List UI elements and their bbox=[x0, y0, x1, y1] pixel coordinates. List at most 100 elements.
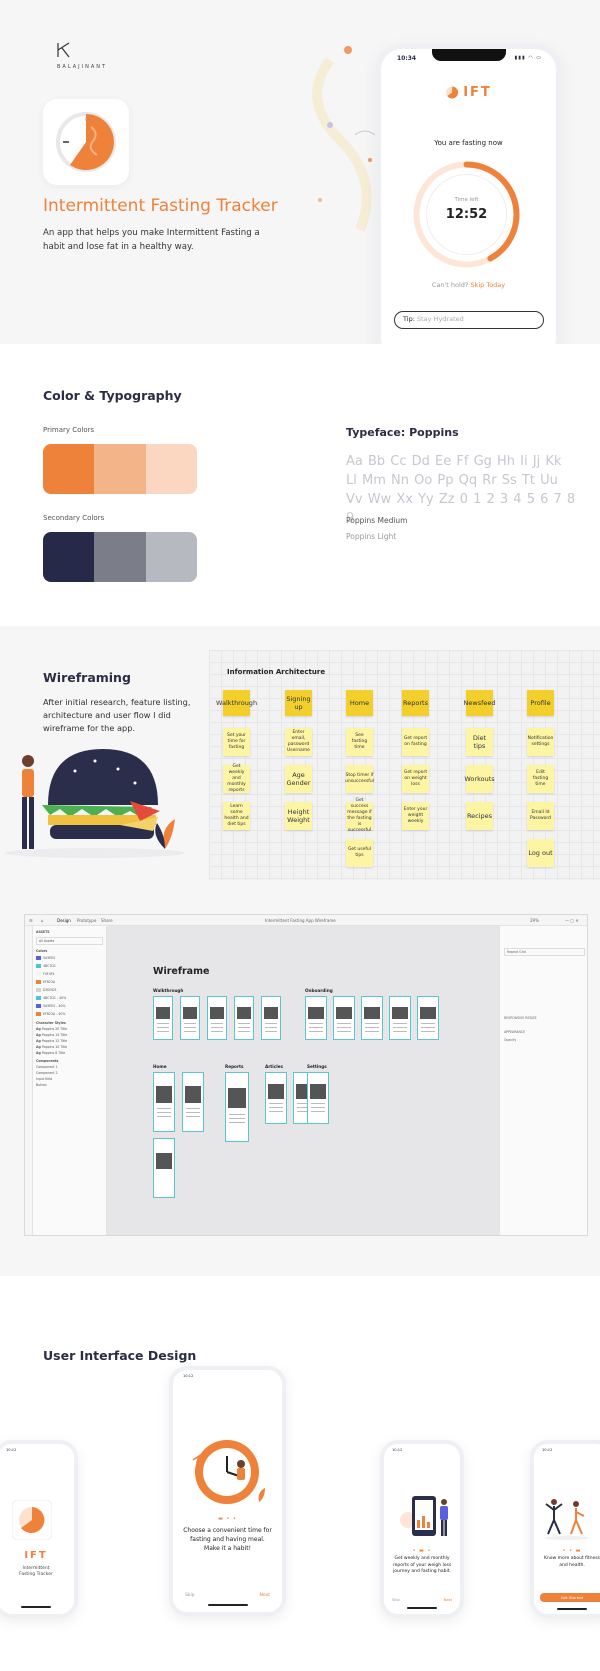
wireframe-canvas[interactable]: Wireframe Walkthrough Onboarding Home Repor… bbox=[107, 926, 499, 1235]
next-button[interactable]: Next bbox=[444, 1598, 452, 1602]
status-time: 10:12 bbox=[542, 1448, 553, 1452]
swatch-chip bbox=[36, 972, 41, 976]
wireframe-text-line bbox=[311, 1111, 325, 1113]
wireframing-description: After initial research, feature listing,… bbox=[43, 697, 191, 733]
wireframe-artboard[interactable] bbox=[153, 996, 173, 1040]
wireframe-image-block bbox=[364, 1006, 380, 1019]
wireframe-artboard[interactable] bbox=[389, 996, 411, 1040]
ift-logo-icon bbox=[445, 86, 458, 99]
wireframe-image-block bbox=[310, 1084, 326, 1099]
all-assets-dropdown[interactable]: All Assets bbox=[36, 937, 103, 945]
onboarding-phone-2: 10:12 • ▬ • Get weekly and monthly repor… bbox=[380, 1440, 464, 1618]
color-swatch-item[interactable]: EF823A bbox=[36, 979, 103, 985]
home-indicator bbox=[557, 1608, 587, 1610]
fasting-timer-ring: Time left 12:52 bbox=[409, 157, 524, 272]
brand-logo: BALAJINANT bbox=[57, 42, 107, 70]
wireframe-artboard[interactable] bbox=[182, 1072, 204, 1132]
section-title: Color & Typography bbox=[43, 388, 182, 403]
home-icon[interactable]: ⌂ bbox=[41, 918, 44, 923]
page-indicator: • ▬ • bbox=[412, 1548, 432, 1554]
next-button[interactable]: Next bbox=[260, 1593, 270, 1598]
wireframe-text-line bbox=[365, 1022, 379, 1024]
wireframe-artboard[interactable] bbox=[180, 996, 200, 1040]
wireframe-artboard[interactable] bbox=[361, 996, 383, 1040]
ia-sticky-note: Workouts bbox=[464, 765, 495, 793]
ia-sticky-note: Height Weight bbox=[285, 802, 312, 830]
fasting-status-label: You are fasting now bbox=[434, 139, 503, 147]
wireframe-artboard[interactable] bbox=[207, 996, 227, 1040]
wireframe-artboard[interactable] bbox=[265, 1072, 287, 1124]
swatch-chip bbox=[36, 956, 41, 960]
wireframe-image-block bbox=[210, 1006, 224, 1019]
ia-sticky-note: Email Id Password bbox=[527, 802, 554, 830]
wireframe-artboard[interactable] bbox=[261, 996, 281, 1040]
fitness-illustration bbox=[545, 1499, 589, 1540]
wireframe-image-block bbox=[156, 1153, 172, 1169]
wireframe-image-block bbox=[156, 1086, 172, 1103]
zoom-level[interactable]: 29% bbox=[530, 918, 539, 923]
char-style-item[interactable]: Ag Poppins 8 Title bbox=[36, 1051, 103, 1055]
time-left-value: 12:52 bbox=[445, 207, 488, 222]
wireframe-artboard[interactable] bbox=[225, 1072, 249, 1142]
wireframe-artboard[interactable] bbox=[307, 1072, 329, 1124]
wireframe-artboard[interactable] bbox=[417, 996, 439, 1040]
wireframe-group-label: Reports bbox=[225, 1064, 244, 1069]
wireframe-text-line bbox=[337, 1022, 351, 1024]
get-started-button[interactable]: Get Started bbox=[540, 1593, 600, 1602]
window-controls[interactable]: — ▢ ✕ bbox=[565, 918, 579, 923]
swatch-name: 5A5EE0 - 40% bbox=[43, 1004, 66, 1008]
ia-sticky-note: Log out bbox=[527, 839, 554, 867]
repeat-grid-button[interactable]: Repeat Grid bbox=[504, 948, 585, 956]
wireframe-image-block bbox=[264, 1006, 278, 1019]
wireframe-artboard[interactable] bbox=[153, 1072, 175, 1132]
color-swatch-item[interactable]: 5A5EE0 bbox=[36, 955, 103, 961]
color-swatch-list: 5A5EE0 4BC7D1 F4F4F4 EF823A D3D3D3 4BC7D1 - 4… bbox=[36, 955, 103, 1017]
color-swatch-item[interactable]: 4BC7D1 - 40% bbox=[36, 995, 103, 1001]
wireframe-artboard[interactable] bbox=[333, 996, 355, 1040]
wireframe-text-line bbox=[393, 1022, 407, 1024]
color-swatch-item[interactable]: 4BC7D1 bbox=[36, 963, 103, 969]
wireframe-text-line bbox=[157, 1111, 171, 1113]
wireframe-text-line bbox=[311, 1103, 325, 1105]
wireframe-text-line bbox=[211, 1030, 223, 1032]
skip-button[interactable]: Skip bbox=[392, 1598, 400, 1602]
color-swatch-item[interactable]: F4F4F4 bbox=[36, 971, 103, 977]
component-item[interactable]: Component 1 bbox=[36, 1065, 103, 1069]
component-item[interactable]: Component 2 bbox=[36, 1071, 103, 1075]
wireframe-text-line bbox=[365, 1026, 379, 1028]
menu-icon[interactable]: ☰ bbox=[29, 918, 33, 923]
app-logo-icon bbox=[12, 1500, 52, 1540]
char-style-item[interactable]: Ag Poppins 20 Title bbox=[36, 1027, 103, 1031]
skip-button[interactable]: Skip bbox=[185, 1593, 195, 1598]
wireframe-artboard[interactable] bbox=[234, 996, 254, 1040]
burger-illustration bbox=[5, 749, 185, 858]
color-swatch-item[interactable]: 5A5EE0 - 40% bbox=[36, 1003, 103, 1009]
ia-sticky-note: Get report on weight loss bbox=[402, 765, 429, 793]
secondary-colors-label: Secondary Colors bbox=[43, 514, 105, 522]
assets-panel: ASSETS All Assets Colors 5A5EE0 4BC7D1 F4F… bbox=[33, 926, 107, 1235]
wireframe-text-line bbox=[211, 1026, 223, 1028]
wireframe-image-block bbox=[392, 1006, 408, 1019]
skip-today-link[interactable]: Skip Today bbox=[470, 281, 505, 289]
ift-logo-text: IFT bbox=[463, 85, 492, 100]
tab-share[interactable]: Share bbox=[101, 918, 113, 923]
swatch-chip bbox=[36, 1004, 41, 1008]
tab-prototype[interactable]: Prototype bbox=[77, 918, 96, 923]
component-item[interactable]: Input field bbox=[36, 1077, 103, 1081]
component-item[interactable]: Button bbox=[36, 1083, 103, 1087]
color-swatch-item[interactable]: D3D3D3 bbox=[36, 987, 103, 993]
wireframe-artboard[interactable] bbox=[153, 1138, 175, 1198]
char-style-item[interactable]: Ag Poppins 14 Title bbox=[36, 1033, 103, 1037]
home-indicator bbox=[407, 1607, 437, 1609]
onboarding-caption: Know more about fitness and health. bbox=[543, 1556, 600, 1568]
color-swatch-item[interactable]: EF823A - 40% bbox=[36, 1011, 103, 1017]
char-style-item[interactable]: Ag Poppins 10 Title bbox=[36, 1045, 103, 1049]
wireframe-image-block bbox=[420, 1006, 436, 1019]
components-label: Components bbox=[36, 1059, 59, 1063]
char-style-item[interactable]: Ag Poppins 12 Title bbox=[36, 1039, 103, 1043]
tab-design[interactable]: Design bbox=[57, 918, 71, 923]
status-icons: ▮▮▮ ◠ ▭ bbox=[514, 55, 542, 61]
ia-sticky-note: See fasting time bbox=[346, 728, 373, 756]
wireframe-artboard[interactable] bbox=[305, 996, 327, 1040]
ift-logo: IFT bbox=[445, 85, 492, 100]
